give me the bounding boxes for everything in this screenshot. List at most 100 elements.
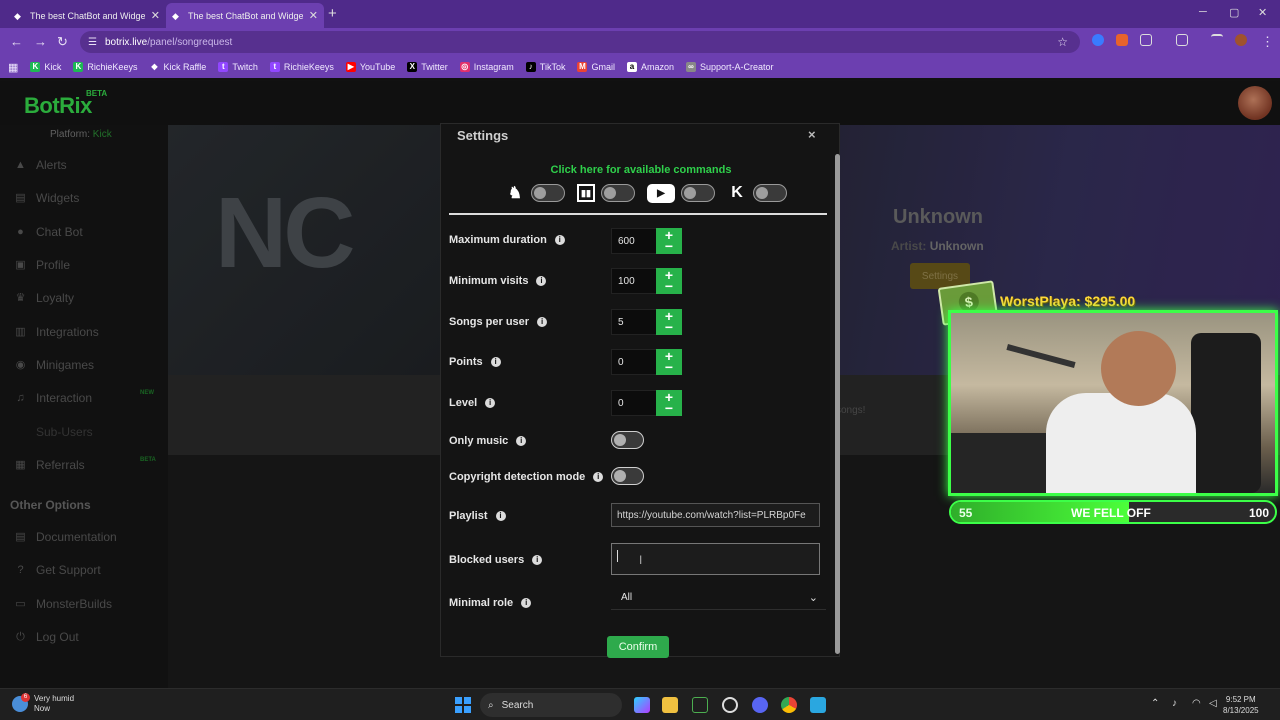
level-stepper[interactable]: + − [656, 390, 682, 416]
minus-icon[interactable]: − [665, 320, 673, 334]
app-icon[interactable] [722, 697, 738, 713]
blocked-users-input[interactable]: I [611, 543, 820, 575]
points-input[interactable]: 0 [611, 349, 657, 375]
bookmark-label: TikTok [539, 62, 566, 72]
tab-close-icon[interactable]: ✕ [151, 9, 160, 22]
bookmark-instagram[interactable]: ◎ Instagram [459, 62, 514, 72]
minimal-role-label: Minimal role i [449, 597, 532, 609]
level-input[interactable]: 0 [611, 390, 657, 416]
copilot-icon[interactable] [634, 697, 650, 713]
bookmark-amazon[interactable]: a Amazon [626, 62, 674, 72]
min-visits-stepper[interactable]: + − [656, 268, 682, 294]
playlist-input[interactable]: https://youtube.com/watch?list=PLRBp0Fe [611, 503, 820, 527]
songs-per-user-input[interactable]: 5 [611, 309, 657, 335]
minus-icon[interactable]: − [665, 401, 673, 415]
browser-tab[interactable]: ◆ The best ChatBot and Widgets ✕ [8, 3, 166, 28]
media-icon[interactable] [1211, 34, 1223, 46]
reload-icon[interactable]: ↻ [57, 34, 68, 50]
bookmark-support-a-creator[interactable]: ∞ Support-A-Creator [686, 62, 774, 72]
volume-icon[interactable]: ◁ [1209, 698, 1217, 709]
info-icon[interactable]: i [593, 472, 604, 482]
max-duration-input[interactable]: 600 [611, 228, 657, 254]
available-commands-link[interactable]: Click here for available commands [441, 164, 841, 176]
webcam-feed [948, 310, 1278, 496]
site-info-icon[interactable]: ☰ [88, 37, 97, 48]
info-icon[interactable]: i [537, 317, 548, 327]
menu-kebab-icon[interactable]: ⋮ [1261, 34, 1274, 50]
link-icon: ∞ [686, 62, 696, 72]
extensions-puzzle-icon[interactable] [1140, 34, 1152, 46]
new-tab-icon[interactable]: + [328, 5, 337, 22]
extension-icon[interactable] [1092, 34, 1104, 46]
bookmark-label: YouTube [359, 62, 396, 72]
info-icon[interactable]: i [554, 235, 565, 245]
goal-current: 55 [959, 506, 973, 520]
bookmark-star-icon[interactable]: ☆ [1057, 35, 1068, 49]
songs-per-user-stepper[interactable]: + − [656, 309, 682, 335]
url-bar[interactable]: ☰ botrix.live /panel/songrequest ☆ [80, 31, 1080, 53]
discord-icon[interactable] [752, 697, 768, 713]
search-icon: ⌕ [488, 699, 494, 711]
info-icon[interactable]: i [485, 398, 496, 408]
bookmark-tiktok[interactable]: ♪ TikTok [525, 62, 566, 72]
bookmark-twitch[interactable]: t Twitch [218, 62, 258, 72]
minus-icon[interactable]: − [665, 279, 673, 293]
bookmark-kick[interactable]: K Kick [30, 62, 61, 72]
kick-k-toggle[interactable] [753, 184, 787, 202]
bookmark-kick-raffle[interactable]: ◆ Kick Raffle [149, 62, 206, 72]
minimal-role-select[interactable]: All ⌄ [611, 586, 826, 610]
tab-close-icon[interactable]: ✕ [309, 9, 318, 22]
max-duration-stepper[interactable]: + − [656, 228, 682, 254]
min-visits-input[interactable]: 100 [611, 268, 657, 294]
points-stepper[interactable]: + − [656, 349, 682, 375]
cast-icon[interactable] [1176, 34, 1188, 46]
weather-widget[interactable]: 6 Very humid Now [12, 693, 74, 714]
copyright-detection-label: Copyright detection mode i [449, 471, 604, 483]
chrome-icon[interactable] [781, 697, 797, 713]
youtube-toggle[interactable] [681, 184, 715, 202]
twitch-toggle[interactable] [601, 184, 635, 202]
info-icon[interactable]: i [532, 555, 543, 565]
info-icon[interactable]: i [521, 598, 532, 608]
info-icon[interactable]: i [516, 436, 527, 446]
close-window-icon[interactable]: ✕ [1258, 6, 1267, 19]
bookmark-youtube[interactable]: ▶ YouTube [345, 62, 396, 72]
bookmark-label: Instagram [473, 62, 514, 72]
minimize-icon[interactable]: ─ [1199, 6, 1207, 18]
file-explorer-icon[interactable] [662, 697, 678, 713]
bookmark-label: Kick [44, 62, 62, 72]
extension-icon[interactable] [1116, 34, 1128, 46]
bookmark-gmail[interactable]: M Gmail [577, 62, 615, 72]
copyright-detection-switch[interactable] [611, 467, 644, 485]
kick-toggle[interactable] [531, 184, 565, 202]
forward-icon[interactable]: → [34, 34, 47, 49]
wifi-icon[interactable]: ◠ [1192, 698, 1201, 709]
close-icon[interactable]: × [808, 127, 816, 142]
browser-tab-active[interactable]: ◆ The best ChatBot and Widgets ✕ [166, 3, 324, 28]
tray-chevron-icon[interactable]: ⌃ [1151, 698, 1159, 709]
minus-icon[interactable]: − [665, 360, 673, 374]
app-icon[interactable] [810, 697, 826, 713]
settings-modal: Settings × Click here for available comm… [440, 123, 841, 658]
modal-scrollbar[interactable] [835, 154, 840, 654]
info-icon[interactable]: i [490, 357, 501, 367]
info-icon[interactable]: i [495, 511, 506, 521]
confirm-button[interactable]: Confirm [607, 636, 669, 658]
back-icon[interactable]: ← [10, 34, 23, 49]
only-music-switch[interactable] [611, 431, 644, 449]
minus-icon[interactable]: − [665, 239, 673, 253]
info-icon[interactable]: i [536, 276, 547, 286]
bookmark-richiekeeys[interactable]: K RichieKeeys [73, 62, 137, 72]
microphone-icon[interactable]: ♪ [1172, 698, 1177, 709]
bookmark-richiekeeys-twitch[interactable]: t RichieKeeys [269, 62, 334, 72]
profile-avatar-icon[interactable] [1235, 34, 1247, 46]
taskbar-clock[interactable]: 9:52 PM 8/13/2025 [1223, 694, 1259, 716]
field-label: Copyright detection mode [449, 471, 586, 483]
windows-start-icon[interactable] [455, 697, 471, 713]
only-music-label: Only music i [449, 435, 527, 447]
xbox-app-icon[interactable] [692, 697, 708, 713]
apps-grid-icon[interactable]: ▦ [8, 61, 18, 74]
taskbar-search[interactable]: ⌕ Search [480, 693, 622, 717]
maximize-icon[interactable]: ▢ [1229, 6, 1239, 19]
bookmark-twitter[interactable]: X Twitter [407, 62, 448, 72]
